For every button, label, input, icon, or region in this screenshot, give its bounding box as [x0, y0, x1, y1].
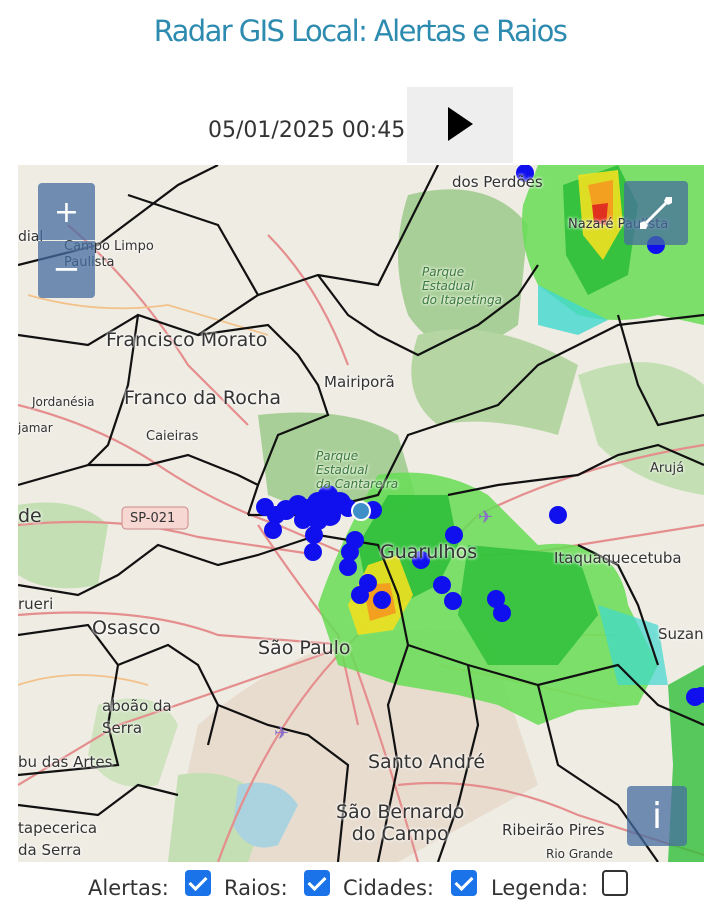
place-label: rueri	[18, 595, 54, 613]
radar-timestamp: 05/01/2025 00:45	[208, 118, 406, 143]
place-label: Jordanésia	[32, 395, 95, 409]
place-label: São Paulo	[258, 637, 351, 659]
place-label: Mairiporã	[324, 373, 395, 391]
road-shield-label: SP-021	[130, 511, 176, 526]
place-label: bu das Artes	[18, 753, 113, 771]
cidades-checkbox[interactable]	[451, 870, 477, 896]
page-title: Radar GIS Local: Alertas e Raios	[153, 14, 568, 48]
fullscreen-button[interactable]	[624, 181, 688, 245]
place-label: de	[18, 505, 42, 527]
place-label: Franco da Rocha	[124, 387, 282, 409]
place-label: dos Perdões	[452, 173, 543, 191]
airport-icon: ✈	[478, 507, 493, 528]
place-label: tapecerica da Serra	[18, 819, 98, 859]
place-label: Guarulhos	[380, 541, 478, 563]
play-icon	[448, 107, 473, 141]
raios-label: Raios:	[224, 876, 288, 900]
place-label: Suzano	[658, 625, 704, 643]
place-label: Rio Grande	[546, 847, 614, 861]
cidades-label: Cidades:	[343, 876, 434, 900]
info-button[interactable]: i	[627, 786, 687, 846]
place-label: Santo André	[368, 751, 486, 773]
expand-icon	[640, 197, 672, 229]
place-label: Parque Estadual do Itapetinga	[422, 265, 502, 307]
place-label: Caieiras	[146, 429, 199, 444]
place-label: aboão da Serra	[102, 697, 172, 737]
place-label: Francisco Morato	[106, 329, 268, 351]
place-label: Parque Estadual da Cantareira	[316, 449, 399, 491]
layer-toggles: Alertas: Raios: Cidades: Legenda:	[0, 870, 720, 906]
play-button[interactable]	[407, 87, 513, 163]
place-label: São Bernardo do Campo	[336, 801, 465, 845]
zoom-in-button[interactable]: +	[38, 183, 95, 240]
place-label: jamar	[18, 421, 53, 435]
alertas-checkbox[interactable]	[185, 870, 211, 896]
place-label: Arujá	[650, 461, 685, 476]
radar-map[interactable]: ✈ ✈ Campo Limpo Paulista dial dos Perdõe…	[18, 165, 704, 862]
airport-icon: ✈	[274, 723, 289, 744]
place-label: Ribeirão Pires	[502, 821, 605, 839]
recent-lightning-marker	[351, 501, 371, 521]
alertas-label: Alertas:	[88, 876, 169, 900]
raios-checkbox[interactable]	[304, 870, 330, 896]
place-label: Itaquaquecetuba	[554, 549, 682, 567]
legenda-checkbox[interactable]	[602, 870, 628, 896]
zoom-out-button[interactable]: −	[38, 241, 95, 298]
legenda-label: Legenda:	[491, 876, 589, 900]
place-label: Osasco	[92, 617, 161, 639]
